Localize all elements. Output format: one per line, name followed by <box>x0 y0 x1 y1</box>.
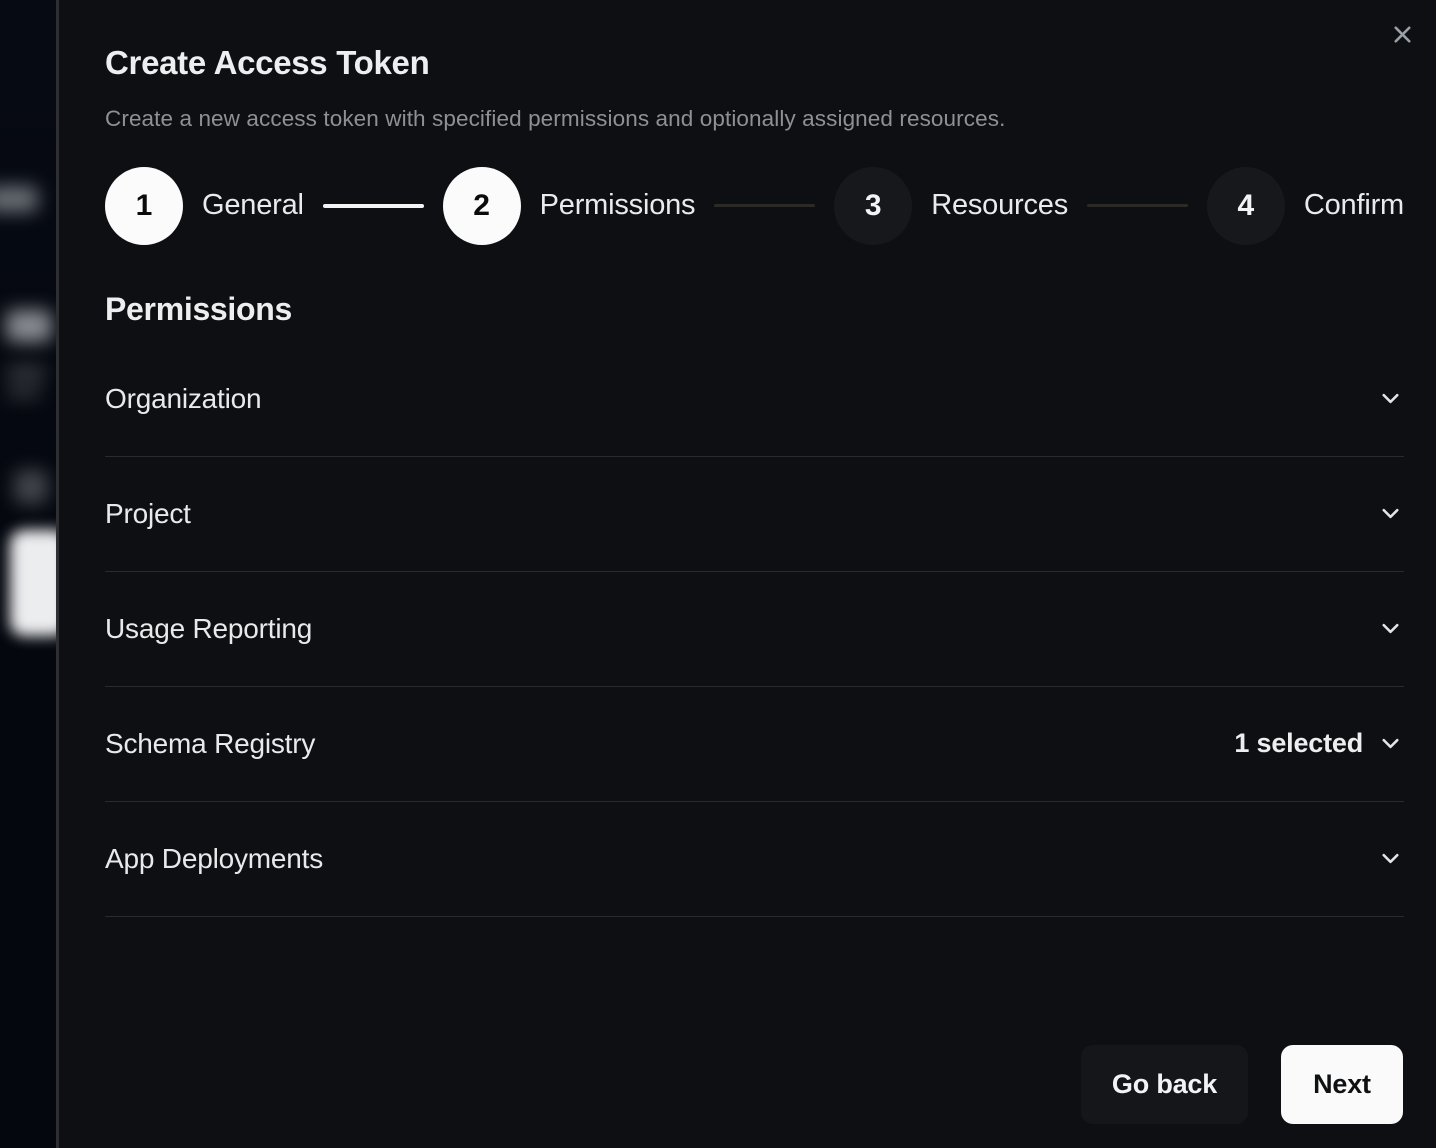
step-label: Permissions <box>540 189 696 222</box>
permissions-accordion: Organization Project Usage Reporting <box>105 342 1404 917</box>
step-number-badge: 4 <box>1207 167 1285 245</box>
step-connector <box>1087 204 1188 207</box>
wizard-stepper: 1 General 2 Permissions 3 Resources 4 Co… <box>105 167 1404 245</box>
step-number-badge: 1 <box>105 167 183 245</box>
step-number-badge: 3 <box>834 167 912 245</box>
step-general[interactable]: 1 General <box>105 167 304 245</box>
accordion-row-app-deployments[interactable]: App Deployments <box>105 802 1404 917</box>
accordion-label: Organization <box>105 383 261 415</box>
chevron-down-icon <box>1377 730 1404 757</box>
accordion-label: App Deployments <box>105 843 323 875</box>
background-page-blurred <box>0 0 56 1148</box>
go-back-button[interactable]: Go back <box>1081 1045 1248 1124</box>
chevron-down-icon <box>1377 845 1404 872</box>
close-button[interactable] <box>1386 18 1418 50</box>
blurred-background-element <box>14 470 48 504</box>
blurred-background-element <box>10 530 56 636</box>
step-connector <box>323 204 424 208</box>
accordion-row-usage-reporting[interactable]: Usage Reporting <box>105 572 1404 687</box>
step-permissions[interactable]: 2 Permissions <box>443 167 696 245</box>
step-number-badge: 2 <box>443 167 521 245</box>
step-label: General <box>202 189 304 222</box>
selected-count: 1 selected <box>1234 728 1363 759</box>
chevron-down-icon <box>1377 385 1404 412</box>
accordion-row-project[interactable]: Project <box>105 457 1404 572</box>
accordion-row-organization[interactable]: Organization <box>105 342 1404 457</box>
chevron-down-icon <box>1377 615 1404 642</box>
chevron-down-icon <box>1377 500 1404 527</box>
create-access-token-modal: Create Access Token Create a new access … <box>56 0 1436 1148</box>
modal-title: Create Access Token <box>105 44 1404 82</box>
step-confirm[interactable]: 4 Confirm <box>1207 167 1404 245</box>
close-icon <box>1389 21 1416 48</box>
blurred-background-element <box>6 310 52 342</box>
permissions-heading: Permissions <box>105 291 1404 328</box>
accordion-label: Schema Registry <box>105 728 315 760</box>
accordion-row-schema-registry[interactable]: Schema Registry 1 selected <box>105 687 1404 802</box>
modal-subtitle: Create a new access token with specified… <box>105 106 1404 132</box>
accordion-label: Project <box>105 498 191 530</box>
blurred-background-element <box>6 366 46 380</box>
step-label: Resources <box>931 189 1068 222</box>
step-label: Confirm <box>1304 189 1404 222</box>
step-connector <box>714 204 815 207</box>
blurred-background-element <box>0 186 38 212</box>
blurred-background-element <box>6 386 42 398</box>
modal-footer: Go back Next <box>1081 1045 1403 1124</box>
step-resources[interactable]: 3 Resources <box>834 167 1068 245</box>
next-button[interactable]: Next <box>1281 1045 1403 1124</box>
accordion-label: Usage Reporting <box>105 613 312 645</box>
